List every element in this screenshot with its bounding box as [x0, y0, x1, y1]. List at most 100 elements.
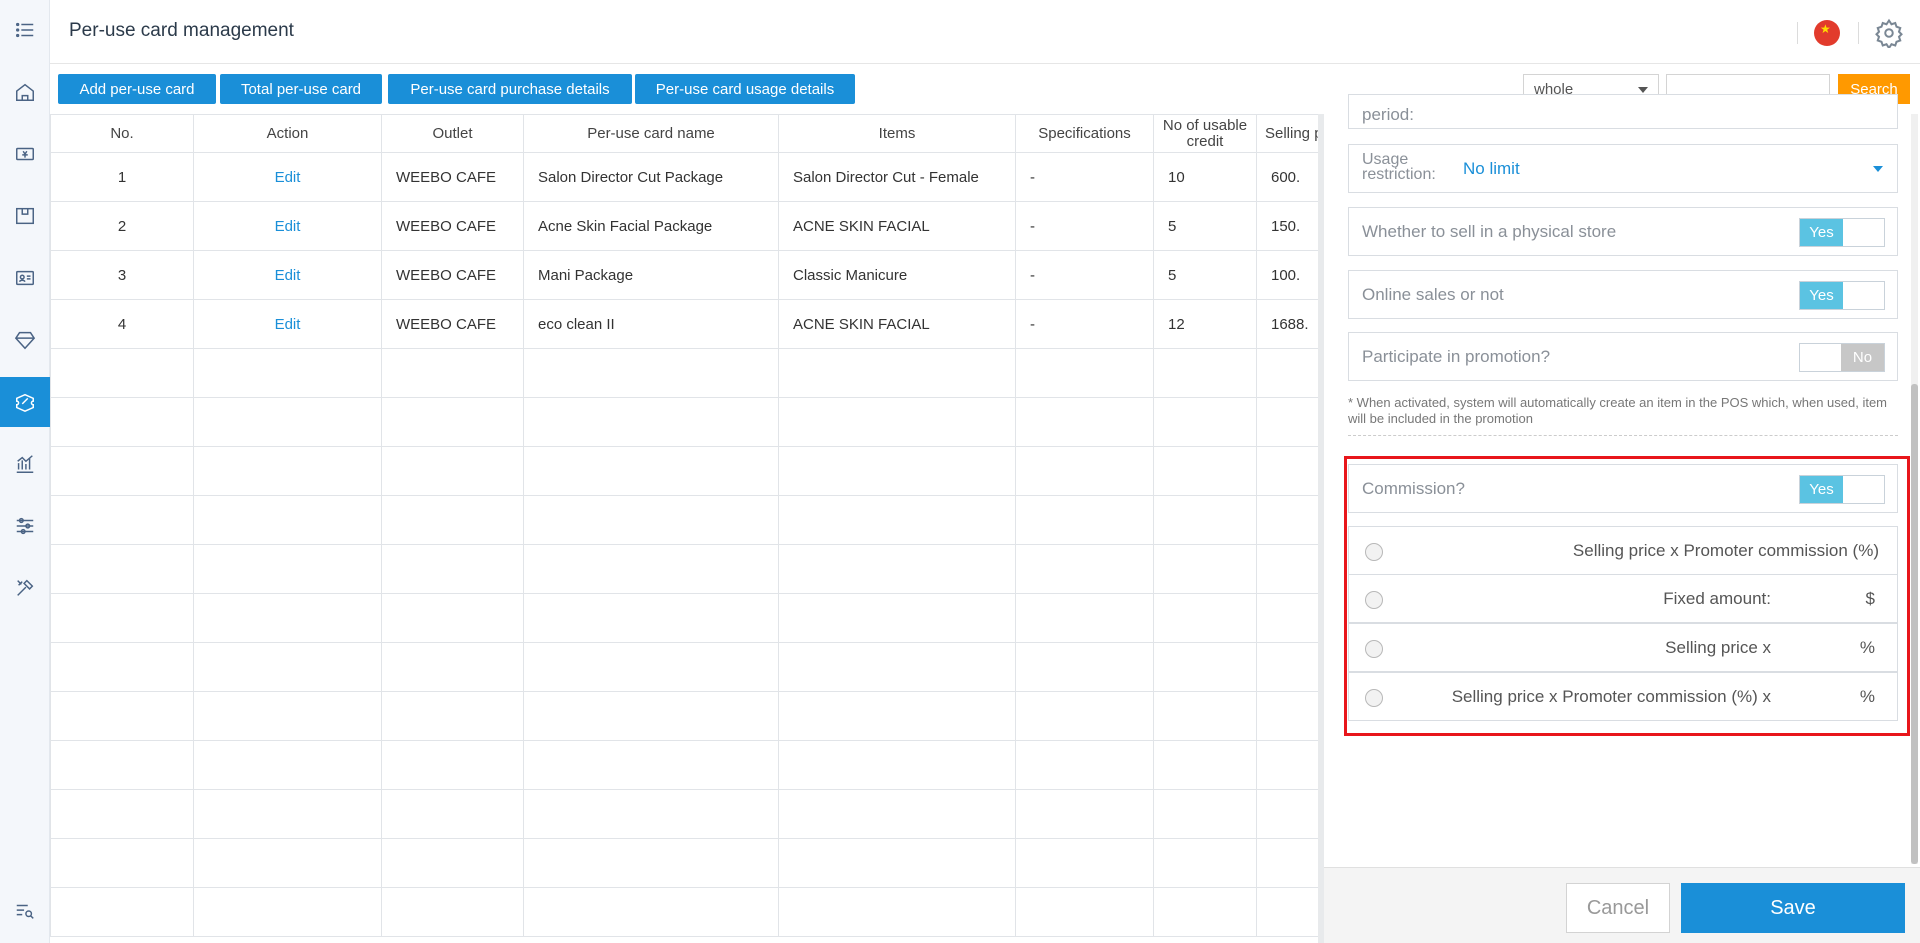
menu-icon[interactable]	[0, 5, 50, 55]
column-header: Specifications	[1015, 114, 1154, 153]
cell-price: 100.	[1256, 250, 1320, 300]
cell-credit: 12	[1153, 299, 1257, 349]
cell-outlet: WEEBO CAFE	[381, 250, 524, 300]
usage-details-button[interactable]: Per-use card usage details	[635, 74, 855, 104]
cell-credit: 5	[1153, 250, 1257, 300]
chevron-down-icon	[1873, 166, 1883, 172]
header-divider	[1858, 22, 1859, 44]
purchase-details-button[interactable]: Per-use card purchase details	[388, 74, 632, 104]
usage-restriction-field[interactable]: Usage restriction: No limit	[1348, 144, 1898, 193]
commission-option-label: Selling price x	[1665, 638, 1771, 657]
physical-store-field: Whether to sell in a physical store Yes	[1348, 207, 1898, 256]
commission-radio[interactable]	[1365, 640, 1383, 658]
empty-row	[50, 593, 1320, 643]
cell-name: Mani Package	[523, 250, 779, 300]
edit-panel: period: Usage restriction: No limit Whet…	[1318, 94, 1920, 943]
add-per-use-card-button[interactable]: Add per-use card	[58, 74, 216, 104]
save-button[interactable]: Save	[1681, 883, 1905, 933]
usage-restriction-value: No limit	[1463, 159, 1520, 178]
cell-price: 150.	[1256, 201, 1320, 251]
empty-row	[50, 446, 1320, 496]
online-sales-toggle[interactable]: Yes	[1799, 281, 1885, 310]
page-title: Per-use card management	[69, 20, 294, 41]
cell-no: 3	[50, 250, 194, 300]
cancel-button[interactable]: Cancel	[1566, 883, 1670, 933]
column-header: No of usable credit	[1153, 114, 1257, 153]
commission-option: Fixed amount: $	[1348, 574, 1898, 623]
commission-radio[interactable]	[1365, 591, 1383, 609]
cell-price: 600.	[1256, 152, 1320, 202]
cell-outlet: WEEBO CAFE	[381, 299, 524, 349]
commission-option-label: Selling price x Promoter commission (%)	[1572, 541, 1879, 560]
report-chart-icon[interactable]	[0, 439, 50, 489]
cell-no: 1	[50, 152, 194, 202]
commission-option-label: Fixed amount:	[1663, 589, 1771, 608]
empty-row	[50, 642, 1320, 692]
online-sales-field: Online sales or not Yes	[1348, 270, 1898, 319]
cell-spec: -	[1015, 299, 1154, 349]
cell-action: Edit	[193, 152, 382, 202]
china-flag-icon[interactable]	[1814, 20, 1840, 46]
cell-spec: -	[1015, 201, 1154, 251]
column-header: Selling p	[1256, 114, 1320, 153]
tools-icon[interactable]	[0, 563, 50, 613]
online-sales-label: Online sales or not	[1362, 285, 1504, 304]
empty-row	[50, 397, 1320, 447]
cell-no: 2	[50, 201, 194, 251]
panel-scrollbar[interactable]	[1911, 114, 1918, 864]
column-header: No.	[50, 114, 194, 153]
promotion-label: Participate in promotion?	[1362, 347, 1551, 366]
commission-radio[interactable]	[1365, 543, 1383, 561]
commission-radio[interactable]	[1365, 689, 1383, 707]
commission-option: Selling price x Promoter commission (%)	[1348, 526, 1898, 575]
inventory-icon[interactable]	[0, 191, 50, 241]
home-icon[interactable]	[0, 67, 50, 117]
cashier-icon[interactable]	[0, 129, 50, 179]
edit-link[interactable]: Edit	[275, 218, 301, 235]
gear-icon[interactable]	[1874, 18, 1904, 50]
column-header: Action	[193, 114, 382, 153]
edit-link[interactable]: Edit	[275, 316, 301, 333]
search-list-icon[interactable]	[0, 886, 50, 936]
total-per-use-card-button[interactable]: Total per-use card	[220, 74, 382, 104]
settings-sliders-icon[interactable]	[0, 501, 50, 551]
cell-items: ACNE SKIN FACIAL	[778, 299, 1016, 349]
per-use-card-icon[interactable]	[0, 377, 50, 427]
commission-toggle[interactable]: Yes	[1799, 475, 1885, 504]
chevron-down-icon	[1638, 87, 1648, 93]
member-card-icon[interactable]	[0, 253, 50, 303]
edit-link[interactable]: Edit	[275, 267, 301, 284]
promotion-toggle[interactable]: No	[1799, 343, 1885, 372]
cell-action: Edit	[193, 299, 382, 349]
edit-link[interactable]: Edit	[275, 169, 301, 186]
promotion-note: * When activated, system will automatica…	[1348, 395, 1898, 436]
table-row: 3 Edit WEEBO CAFE Mani Package Classic M…	[50, 250, 1320, 300]
validity-period-field: period:	[1348, 94, 1898, 129]
commission-label: Commission?	[1362, 479, 1465, 498]
cell-outlet: WEEBO CAFE	[381, 201, 524, 251]
scrollbar-thumb[interactable]	[1911, 384, 1918, 864]
table-row: 4 Edit WEEBO CAFE eco clean II ACNE SKIN…	[50, 299, 1320, 349]
card-table: No. Action Outlet Per-use card name Item…	[50, 114, 1320, 937]
physical-store-label: Whether to sell in a physical store	[1362, 222, 1617, 241]
cell-credit: 5	[1153, 201, 1257, 251]
cell-items: Classic Manicure	[778, 250, 1016, 300]
empty-row	[50, 544, 1320, 594]
card-table-container: No. Action Outlet Per-use card name Item…	[50, 114, 1320, 943]
cell-action: Edit	[193, 250, 382, 300]
header-divider	[1797, 22, 1798, 44]
commission-option-unit: %	[1859, 687, 1875, 706]
table-row: 1 Edit WEEBO CAFE Salon Director Cut Pac…	[50, 152, 1320, 202]
cell-spec: -	[1015, 152, 1154, 202]
empty-row	[50, 887, 1320, 937]
physical-store-toggle[interactable]: Yes	[1799, 218, 1885, 247]
empty-row	[50, 838, 1320, 888]
commission-field: Commission? Yes	[1348, 464, 1898, 513]
empty-row	[50, 789, 1320, 839]
diamond-icon[interactable]	[0, 315, 50, 365]
promotion-field: Participate in promotion? No	[1348, 332, 1898, 381]
validity-period-label: period:	[1362, 105, 1414, 124]
column-header: Per-use card name	[523, 114, 779, 153]
cell-no: 4	[50, 299, 194, 349]
panel-footer: Cancel Save	[1324, 867, 1920, 943]
